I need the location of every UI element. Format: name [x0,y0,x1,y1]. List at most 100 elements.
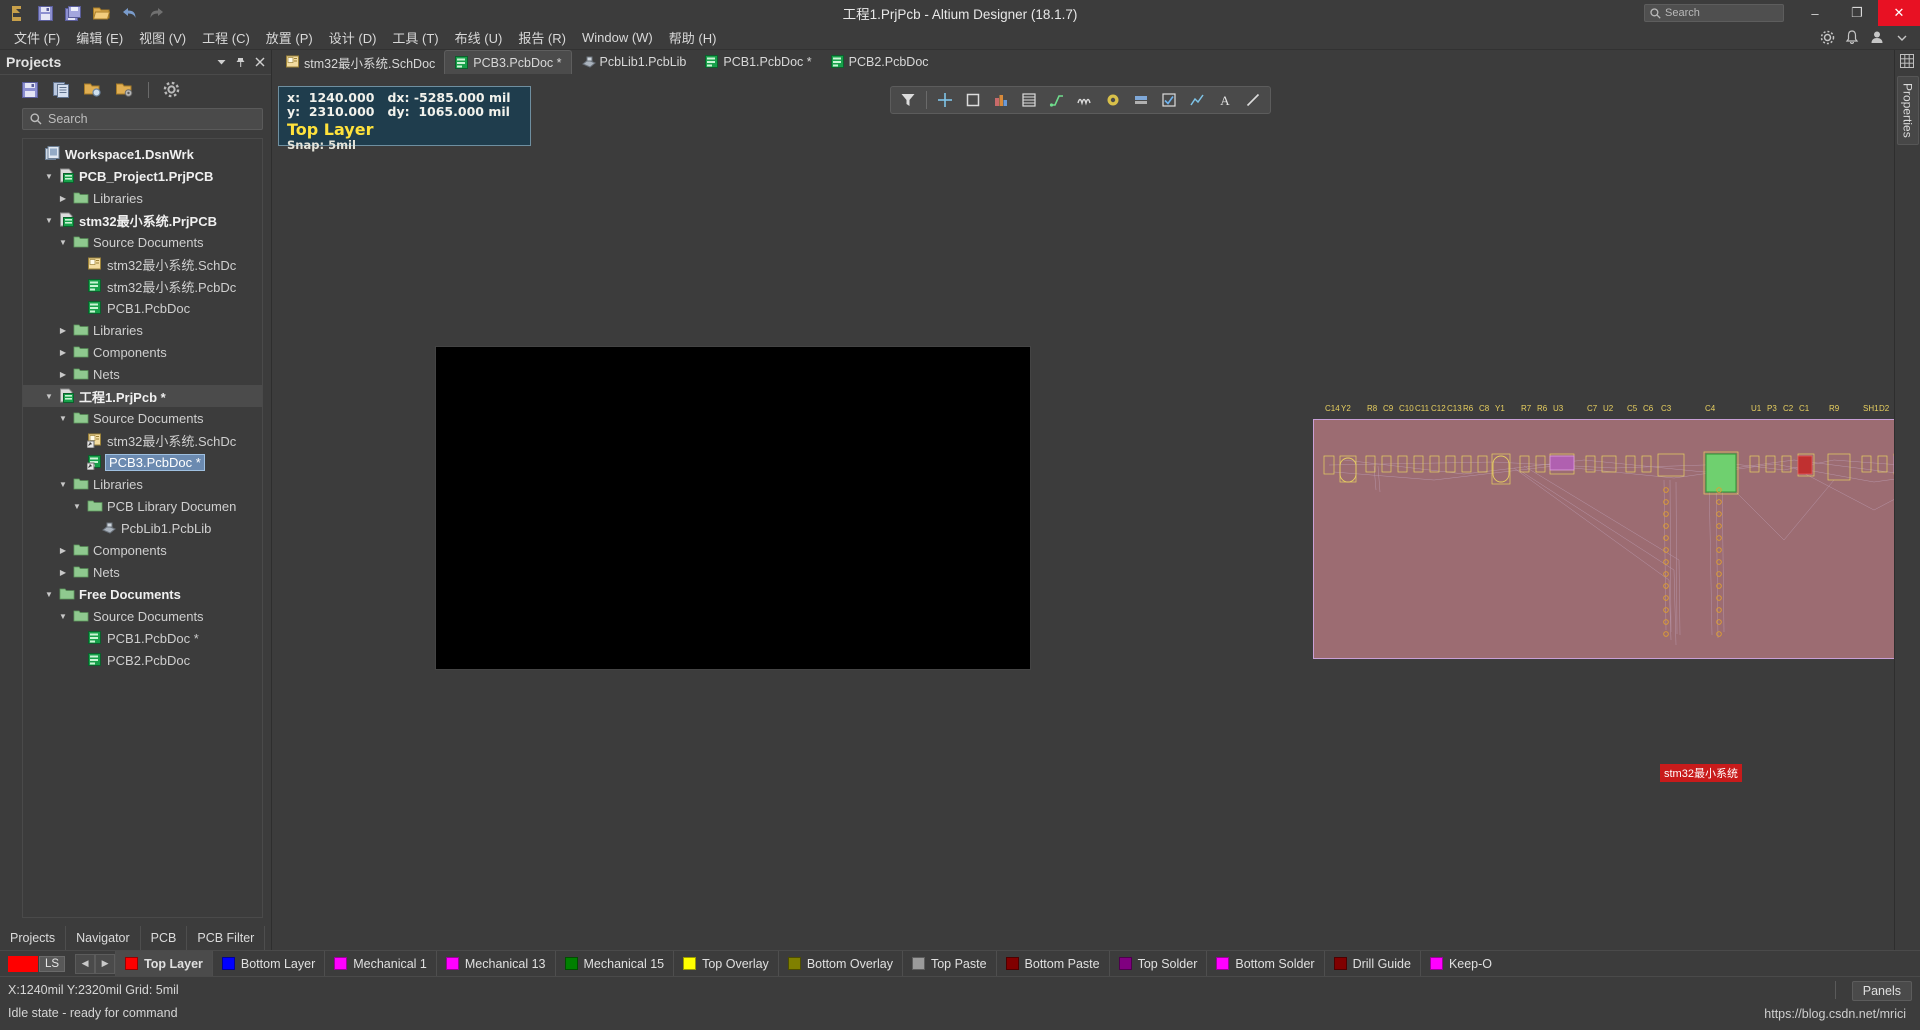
menu-design[interactable]: 设计 (D) [321,26,385,49]
via-icon[interactable] [1100,89,1126,111]
panel-tab-pcb[interactable]: PCB [141,926,188,950]
chevron-down-icon[interactable] [1894,30,1910,46]
tree-item-workspace1[interactable]: Workspace1.DsnWrk [23,143,262,165]
layer-tab-keep-out[interactable]: Keep-O [1419,951,1501,976]
layer-tab-top-paste[interactable]: Top Paste [901,951,996,976]
menu-help[interactable]: 帮助 (H) [661,26,725,49]
global-search-input[interactable]: Search [1644,4,1784,22]
bell-icon[interactable] [1844,30,1860,46]
chevron-down-icon[interactable]: ▼ [43,172,55,181]
tree-item-source-documents-2[interactable]: ▼ Source Documents [23,407,262,429]
menu-view[interactable]: 视图 (V) [131,26,194,49]
tree-item-stm32-schdoc-2[interactable]: stm32最小系统.SchDc [23,429,262,451]
layer-tab-bottom-solder[interactable]: Bottom Solder [1206,951,1323,976]
menu-project[interactable]: 工程 (C) [194,26,258,49]
chevron-right-icon[interactable]: ▶ [57,194,69,203]
polygon-pour-icon[interactable] [1016,89,1042,111]
tree-item-source-documents-3[interactable]: ▼ Source Documents [23,605,262,627]
tree-item-pcb1-pcbdoc-1[interactable]: PCB1.PcbDoc [23,297,262,319]
layer-tab-bottom-layer[interactable]: Bottom Layer [211,951,324,976]
chevron-right-icon[interactable]: ▶ [57,546,69,555]
layer-prev-button[interactable]: ◀ [75,953,96,974]
crosshair-icon[interactable] [932,89,958,111]
chevron-down-icon[interactable]: ▼ [43,216,55,225]
filter-icon[interactable] [895,89,921,111]
layer-tab-drill-guide[interactable]: Drill Guide [1323,951,1420,976]
layer-next-button[interactable]: ▶ [95,953,116,974]
tree-item-stm32-project[interactable]: ▼ stm32最小系统.PrjPCB [23,209,262,231]
chevron-down-icon[interactable] [217,59,226,66]
save-icon[interactable] [22,81,39,98]
menu-file[interactable]: 文件 (F) [6,26,68,49]
tree-item-libraries-3[interactable]: ▼ Libraries [23,473,262,495]
folder-settings-icon[interactable] [116,82,134,98]
menu-route[interactable]: 布线 (U) [447,26,511,49]
menu-edit[interactable]: 编辑 (E) [68,26,131,49]
tree-item-nets-2[interactable]: ▶ Nets [23,561,262,583]
gear-icon[interactable] [163,81,180,98]
panel-tab-projects[interactable]: Projects [0,926,67,950]
chevron-down-icon[interactable]: ▼ [57,238,69,247]
layer-tab-mechanical-13[interactable]: Mechanical 13 [435,951,555,976]
tree-item-source-documents-1[interactable]: ▼ Source Documents [23,231,262,253]
tree-item-gongcheng1-project[interactable]: ▼ 工程1.PrjPcb * [23,385,262,407]
pin-icon[interactable] [235,57,246,68]
plane-icon[interactable] [1128,89,1154,111]
tree-item-components-2[interactable]: ▶ Components [23,539,262,561]
user-icon[interactable] [1869,30,1885,46]
empty-board-region[interactable] [435,346,1031,670]
layer-tab-bottom-paste[interactable]: Bottom Paste [995,951,1109,976]
doctab-pcb2-pcbdoc[interactable]: PCB2.PcbDoc [821,50,938,74]
gear-icon[interactable] [1819,30,1835,46]
altium-logo-icon[interactable] [4,2,30,24]
open-icon[interactable] [88,2,114,24]
right-dock-tab-properties[interactable]: Properties [1896,76,1919,145]
tree-item-stm32-schdoc-1[interactable]: stm32最小系统.SchDc [23,253,262,275]
doctab-pcb1-pcbdoc[interactable]: PCB1.PcbDoc * [695,50,820,74]
save-icon[interactable] [32,2,58,24]
layer-tab-mechanical-1[interactable]: Mechanical 1 [324,951,436,976]
projects-search-input[interactable]: Search [22,108,263,130]
measure-icon[interactable] [1184,89,1210,111]
interactive-length-tune-icon[interactable] [1072,89,1098,111]
menu-window[interactable]: Window (W) [574,28,661,47]
doctab-pcblib1[interactable]: PcbLib1.PcbLib [572,50,696,74]
close-button[interactable]: ✕ [1878,0,1920,26]
menu-place[interactable]: 放置 (P) [258,26,321,49]
open-folder-search-icon[interactable] [84,82,102,98]
layer-set-selector[interactable]: LS [0,951,69,976]
place-component-icon[interactable] [988,89,1014,111]
doctab-pcb3-pcbdoc[interactable]: PCB3.PcbDoc * [444,50,572,74]
tree-item-pcb1-pcbdoc-2[interactable]: PCB1.PcbDoc * [23,627,262,649]
minimize-button[interactable]: – [1794,0,1836,26]
chevron-right-icon[interactable]: ▶ [57,326,69,335]
tree-item-pcb-library-documents[interactable]: ▼ PCB Library Documen [23,495,262,517]
panel-tab-navigator[interactable]: Navigator [66,926,141,950]
panel-tab-pcb-filter[interactable]: PCB Filter [187,926,266,950]
close-icon[interactable] [255,57,265,67]
chevron-right-icon[interactable]: ▶ [57,348,69,357]
grid-icon[interactable] [1899,54,1916,70]
layer-tab-top-overlay[interactable]: Top Overlay [673,951,778,976]
doctab-stm32-schdoc[interactable]: stm32最小系统.SchDoc [276,50,444,74]
layer-tab-top-layer[interactable]: Top Layer [115,951,212,976]
undo-icon[interactable] [116,2,142,24]
place-string-icon[interactable]: A [1212,89,1238,111]
maximize-button[interactable]: ❐ [1836,0,1878,26]
chevron-right-icon[interactable]: ▶ [57,370,69,379]
chevron-down-icon[interactable]: ▼ [71,502,83,511]
tree-item-pcb2-pcbdoc[interactable]: PCB2.PcbDoc [23,649,262,671]
chevron-down-icon[interactable]: ▼ [43,392,55,401]
tree-item-nets-1[interactable]: ▶ Nets [23,363,262,385]
chevron-right-icon[interactable]: ▶ [57,568,69,577]
tree-item-stm32-pcbdoc[interactable]: stm32最小系统.PcbDc [23,275,262,297]
layer-tab-top-solder[interactable]: Top Solder [1108,951,1207,976]
layer-tab-bottom-overlay[interactable]: Bottom Overlay [777,951,902,976]
chevron-down-icon[interactable]: ▼ [57,612,69,621]
tree-item-free-documents[interactable]: ▼ Free Documents [23,583,262,605]
layer-tab-mechanical-15[interactable]: Mechanical 15 [554,951,674,976]
tree-item-pcblib1[interactable]: PcbLib1.PcbLib [23,517,262,539]
menu-tools[interactable]: 工具 (T) [384,26,446,49]
tree-item-pcb3-pcbdoc[interactable]: PCB3.PcbDoc * [23,451,262,473]
tree-item-libraries-1[interactable]: ▶ Libraries [23,187,262,209]
